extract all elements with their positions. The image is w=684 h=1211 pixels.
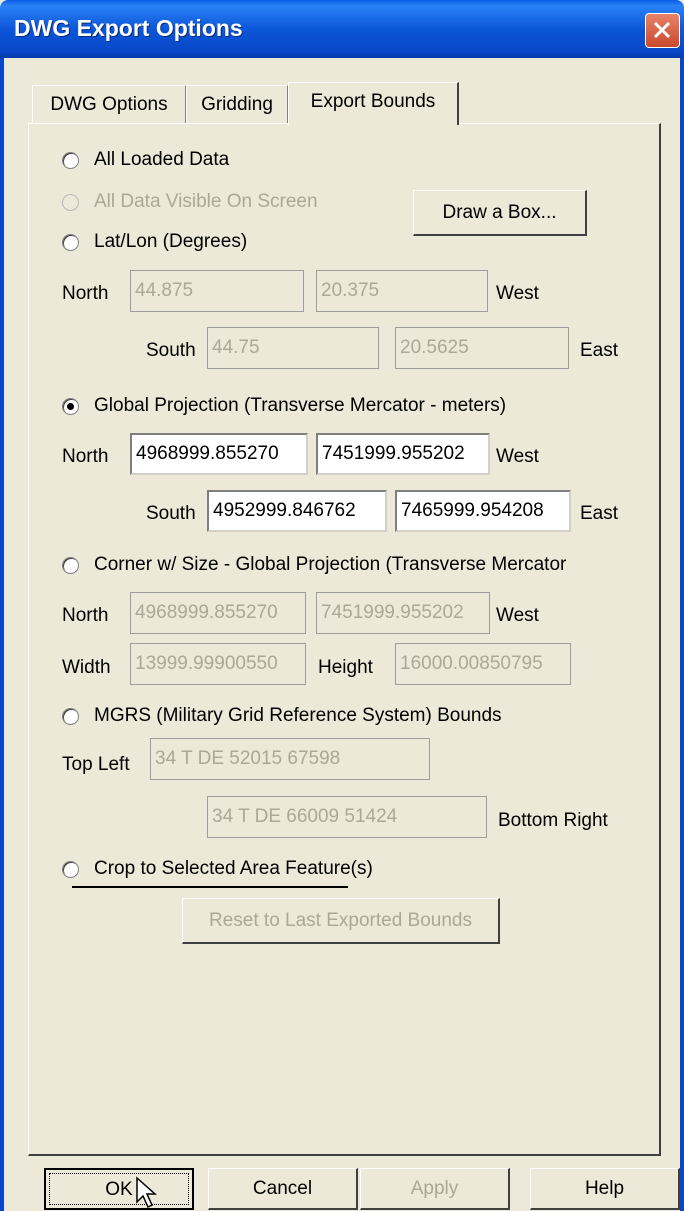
mgrs-label: MGRS (Military Grid Reference System) Bo…: [94, 705, 502, 726]
corner-height-field[interactable]: 16000.00850795: [395, 643, 571, 685]
latlon-south-label: South: [146, 340, 196, 361]
corner-width-field[interactable]: 13999.99900550: [130, 643, 306, 685]
reset-bounds-button[interactable]: Reset to Last Exported Bounds: [182, 898, 500, 944]
mgrs-top-left-label: Top Left: [62, 754, 130, 775]
title-bar: DWG Export Options: [0, 0, 684, 58]
close-icon: [653, 21, 671, 39]
mgrs-bottom-right-label: Bottom Right: [498, 810, 608, 831]
corner-west-field[interactable]: 7451999.955202: [316, 592, 490, 634]
mgrs-bottom-right-field[interactable]: 34 T DE 66009 51424: [207, 796, 487, 838]
tab-gridding[interactable]: Gridding: [186, 85, 288, 124]
latlon-west-label: West: [496, 283, 539, 304]
global-north-label: North: [62, 446, 109, 467]
global-projection-label: Global Projection (Transverse Mercator -…: [94, 395, 507, 416]
ok-label: OK: [105, 1179, 133, 1200]
global-west-field[interactable]: 7451999.955202: [316, 433, 490, 475]
global-east-label: East: [580, 503, 619, 524]
draw-box-button[interactable]: Draw a Box...: [413, 190, 587, 236]
corner-width-label: Width: [62, 657, 111, 678]
corner-west-label: West: [496, 605, 539, 626]
radio-corner-size[interactable]: [62, 557, 79, 574]
corner-north-field[interactable]: 4968999.855270: [130, 592, 306, 634]
radio-all-loaded[interactable]: [62, 152, 79, 169]
global-west-label: West: [496, 446, 539, 467]
corner-height-label: Height: [318, 657, 373, 678]
latlon-west-field[interactable]: 20.375: [316, 270, 488, 312]
radio-latlon[interactable]: [62, 234, 79, 251]
apply-button[interactable]: Apply: [360, 1168, 510, 1210]
global-south-label: South: [146, 503, 196, 524]
radio-global-projection[interactable]: [62, 398, 79, 415]
latlon-north-label: North: [62, 283, 109, 304]
radio-selected-dot: [67, 403, 74, 410]
mgrs-top-left-field[interactable]: 34 T DE 52015 67598: [150, 738, 430, 780]
global-south-field[interactable]: 4952999.846762: [207, 490, 387, 532]
mouse-cursor-icon: [136, 1176, 157, 1209]
window-frame-left: [0, 58, 4, 1211]
latlon-north-field[interactable]: 44.875: [130, 270, 304, 312]
all-loaded-label: All Loaded Data: [94, 149, 230, 170]
global-east-field[interactable]: 7465999.954208: [395, 490, 571, 532]
radio-all-visible[interactable]: [62, 194, 79, 211]
window-title: DWG Export Options: [14, 15, 243, 41]
tab-dwg-options[interactable]: DWG Options: [32, 85, 186, 124]
latlon-east-field[interactable]: 20.5625: [395, 327, 569, 369]
ok-button[interactable]: OK: [44, 1168, 194, 1210]
radio-crop[interactable]: [62, 861, 79, 878]
radio-mgrs[interactable]: [62, 708, 79, 725]
latlon-label: Lat/Lon (Degrees): [94, 231, 248, 252]
close-button[interactable]: [645, 13, 680, 48]
latlon-east-label: East: [580, 340, 619, 361]
all-visible-label: All Data Visible On Screen: [94, 191, 318, 212]
separator-line: [72, 886, 348, 888]
latlon-south-field[interactable]: 44.75: [207, 327, 379, 369]
tab-export-bounds[interactable]: Export Bounds: [288, 82, 459, 125]
global-north-field[interactable]: 4968999.855270: [130, 433, 308, 475]
window-frame-right: [680, 58, 684, 1211]
corner-north-label: North: [62, 605, 109, 626]
corner-size-label: Corner w/ Size - Global Projection (Tran…: [94, 554, 567, 575]
crop-label: Crop to Selected Area Feature(s): [94, 858, 373, 879]
cancel-button[interactable]: Cancel: [208, 1168, 358, 1210]
help-button[interactable]: Help: [530, 1168, 680, 1210]
